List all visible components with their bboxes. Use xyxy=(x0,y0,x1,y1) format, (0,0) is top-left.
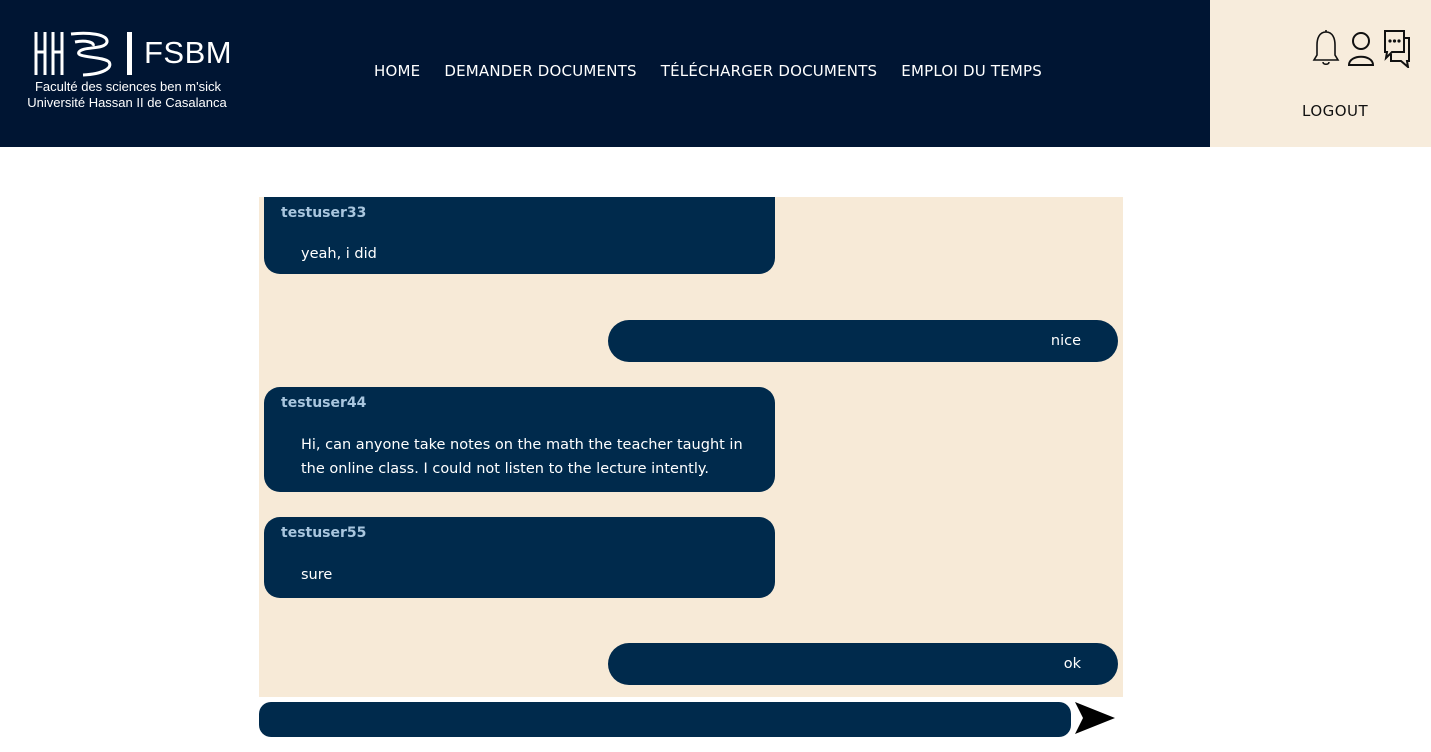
chat-message-own: nice xyxy=(608,320,1118,362)
top-header: FSBM Faculté des sciences ben m'sick Uni… xyxy=(0,0,1210,147)
logo-acronym: FSBM xyxy=(144,35,233,70)
message-text: sure xyxy=(301,567,333,583)
logo-university-name: Université Hassan II de Casalanca xyxy=(27,95,227,110)
logo-faculty-name: Faculté des sciences ben m'sick xyxy=(34,79,221,94)
nav-demander-documents[interactable]: DEMANDER DOCUMENTS xyxy=(444,62,636,80)
bell-icon[interactable] xyxy=(1312,29,1340,67)
chat-icon[interactable] xyxy=(1382,28,1412,68)
message-input[interactable] xyxy=(259,702,1071,737)
message-text: Hi, can anyone take notes on the math th… xyxy=(301,437,743,477)
user-icon[interactable] xyxy=(1347,30,1375,67)
send-arrow-icon[interactable] xyxy=(1074,700,1116,736)
nav-emploi-du-temps[interactable]: EMPLOI DU TEMPS xyxy=(901,62,1042,80)
main-nav: HOME DEMANDER DOCUMENTS TÉLÉCHARGER DOCU… xyxy=(374,62,1066,80)
chat-message: testuser55 sure xyxy=(264,517,775,598)
message-username: testuser44 xyxy=(281,395,367,411)
message-text: nice xyxy=(1050,333,1081,349)
chat-message-own: ok xyxy=(608,643,1118,685)
message-text: ok xyxy=(1063,656,1081,672)
message-username: testuser33 xyxy=(281,205,367,221)
chat-message: testuser33 yeah, i did xyxy=(264,197,775,274)
fsbm-emblem-icon xyxy=(34,31,132,77)
logout-button[interactable]: LOGOUT xyxy=(1302,102,1368,120)
fsbm-logo[interactable]: FSBM Faculté des sciences ben m'sick Uni… xyxy=(27,30,233,110)
message-username: testuser55 xyxy=(281,525,367,541)
nav-home[interactable]: HOME xyxy=(374,62,420,80)
chat-window: testuser33 yeah, i did nice testuser44 H… xyxy=(259,197,1123,697)
chat-message: testuser44 Hi, can anyone take notes on … xyxy=(264,387,775,492)
message-text: yeah, i did xyxy=(301,246,377,262)
user-panel: LOGOUT xyxy=(1210,0,1431,147)
nav-telecharger-documents[interactable]: TÉLÉCHARGER DOCUMENTS xyxy=(661,62,878,80)
